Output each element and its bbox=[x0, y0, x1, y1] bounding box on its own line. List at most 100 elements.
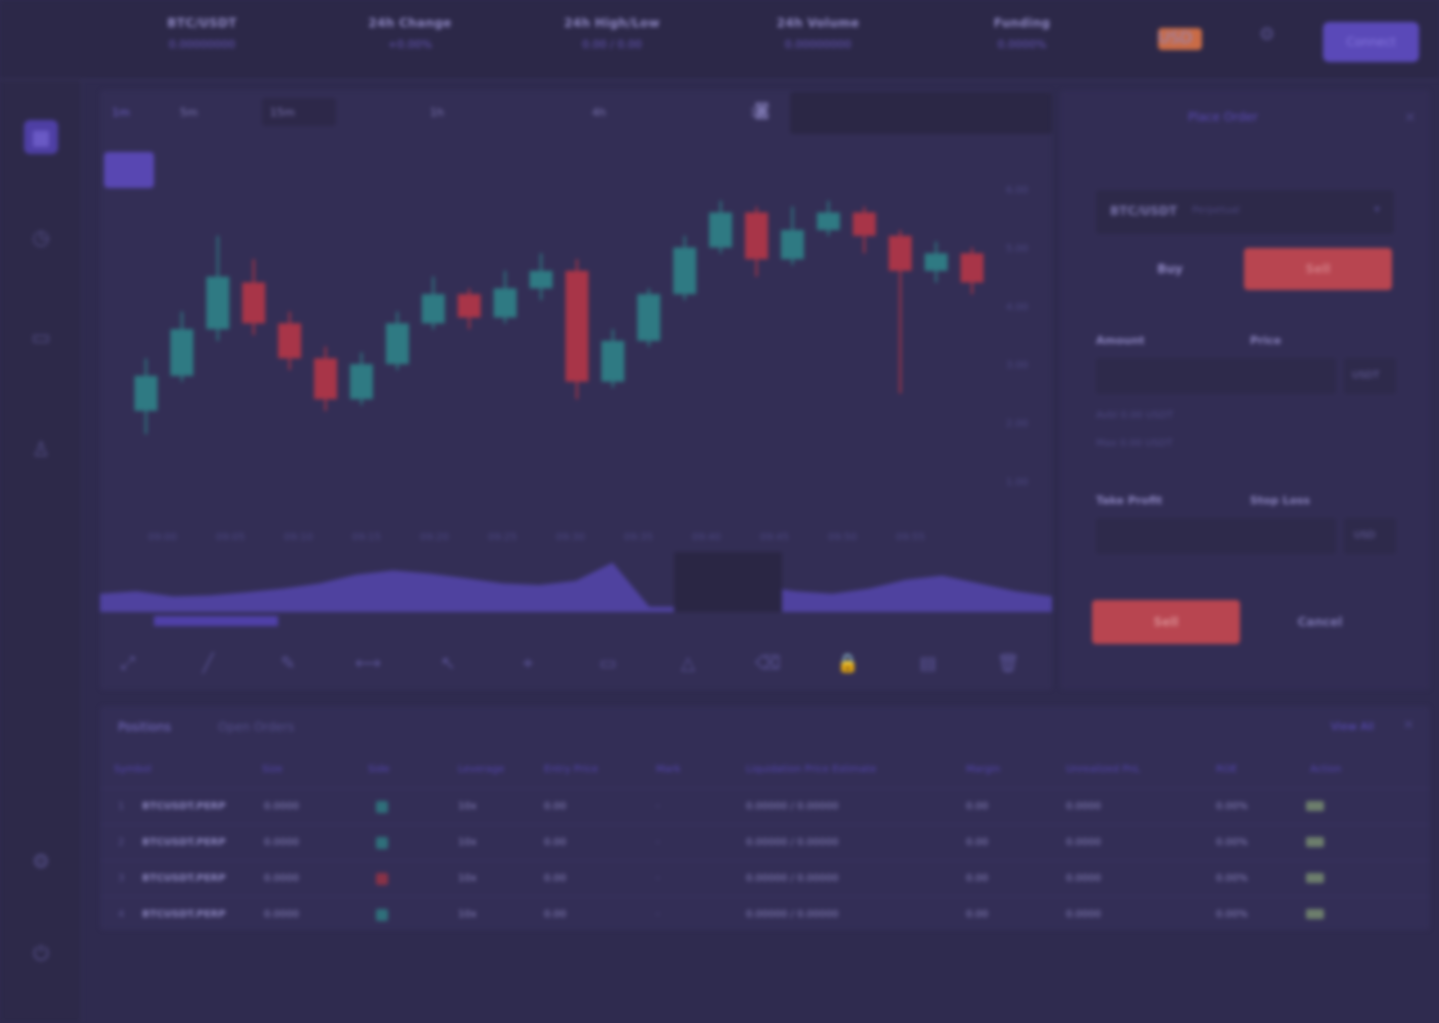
table-header[interactable]: Symbol bbox=[114, 764, 151, 775]
x-tick-label: 09:00 bbox=[148, 532, 177, 543]
close-position-toggle[interactable] bbox=[1306, 873, 1324, 883]
line-icon[interactable]: ╱ bbox=[188, 646, 228, 682]
y-tick-label: 5.00 bbox=[1006, 244, 1028, 255]
candle[interactable] bbox=[709, 212, 733, 248]
table-header[interactable]: Action bbox=[1310, 764, 1341, 775]
close-position-toggle[interactable] bbox=[1306, 801, 1324, 811]
close-icon[interactable]: ✕ bbox=[1403, 718, 1414, 733]
gear-icon[interactable]: ⚙ bbox=[1254, 24, 1280, 50]
long-side-icon bbox=[376, 837, 388, 849]
candle[interactable] bbox=[206, 276, 230, 330]
connect-button[interactable]: Connect bbox=[1323, 22, 1419, 62]
table-row[interactable]: 3 BTCUSDT.PERP 0.0000 10x 0.00 - 0.00000 / 0.0… bbox=[100, 860, 1430, 896]
triangle-icon[interactable]: △ bbox=[668, 646, 708, 682]
table-row[interactable]: 1 BTCUSDT.PERP 0.0000 10x 0.00 - 0.00000 / 0.0… bbox=[100, 788, 1430, 824]
long-side-icon bbox=[376, 801, 388, 813]
candle[interactable] bbox=[601, 340, 625, 382]
table-row[interactable]: 2 BTCUSDT.PERP 0.0000 10x 0.00 - 0.00000 / 0.0… bbox=[100, 824, 1430, 860]
candle[interactable] bbox=[385, 323, 409, 365]
candle[interactable] bbox=[349, 364, 373, 400]
view-all-link[interactable]: View All bbox=[1331, 720, 1374, 733]
size-cell: 0.0000 bbox=[264, 837, 299, 848]
candle[interactable] bbox=[529, 270, 553, 289]
candle[interactable] bbox=[314, 358, 338, 400]
x-tick-label: 09:25 bbox=[488, 532, 517, 543]
stat-volume: 24h Volume 0.00000000 bbox=[748, 16, 888, 51]
candle[interactable] bbox=[745, 212, 769, 260]
table-header[interactable]: Mark bbox=[656, 764, 681, 775]
roe-cell: 0.00% bbox=[1216, 837, 1248, 848]
candle[interactable] bbox=[960, 253, 984, 283]
stat-value: +0.00% bbox=[387, 38, 433, 51]
close-icon[interactable]: ✕ bbox=[1404, 110, 1416, 126]
close-position-toggle[interactable] bbox=[1306, 837, 1324, 847]
candle[interactable] bbox=[888, 235, 912, 271]
buy-tab[interactable]: Buy bbox=[1096, 248, 1244, 290]
eraser-icon[interactable]: ⌫ bbox=[748, 646, 788, 682]
cursor-icon[interactable]: ↖ bbox=[428, 646, 468, 682]
tab-open-orders[interactable]: Open Orders bbox=[218, 720, 294, 734]
candlestick-chart[interactable]: 6.00 5.00 4.00 3.00 2.00 1.00 09:00 09:05 09:10 0… bbox=[100, 90, 1052, 638]
take-profit-input[interactable] bbox=[1096, 518, 1336, 554]
y-tick-label: 3.00 bbox=[1006, 360, 1028, 371]
table-header[interactable]: Size bbox=[262, 764, 283, 775]
x-tick-label: 09:55 bbox=[896, 532, 925, 543]
stat-high-low: 24h High/Low 0.00 / 0.00 bbox=[542, 16, 682, 51]
candle[interactable] bbox=[852, 212, 876, 236]
amount-input[interactable] bbox=[1096, 358, 1336, 394]
sell-tab[interactable]: Sell bbox=[1244, 248, 1392, 290]
ruler-icon[interactable]: ▭ bbox=[588, 646, 628, 682]
logout-icon[interactable]: ⏻ bbox=[24, 936, 58, 970]
submit-order-button[interactable]: Sell bbox=[1092, 600, 1240, 644]
candle[interactable] bbox=[457, 294, 481, 318]
candle[interactable] bbox=[816, 212, 840, 231]
table-header[interactable]: Leverage bbox=[458, 764, 504, 775]
leverage-cell: 10x bbox=[458, 873, 477, 884]
table-header[interactable]: ROE bbox=[1216, 764, 1237, 775]
y-tick-label: 1.00 bbox=[1006, 477, 1028, 488]
trash-icon[interactable]: 🗑 bbox=[988, 646, 1028, 682]
candle[interactable] bbox=[565, 270, 589, 382]
pnl-cell: 0.0000 bbox=[1066, 909, 1101, 920]
clock-icon[interactable]: ◷ bbox=[24, 220, 58, 254]
table-header[interactable]: Entry Price bbox=[544, 764, 598, 775]
cancel-button[interactable]: Cancel bbox=[1246, 600, 1394, 644]
stat-funding: Funding 0.0000% bbox=[952, 16, 1092, 51]
table-header[interactable]: Unrealized PnL bbox=[1066, 764, 1140, 775]
candle[interactable] bbox=[278, 323, 302, 359]
magnet-icon[interactable]: ⌖ bbox=[508, 646, 548, 682]
settings-icon[interactable]: ⚙ bbox=[24, 844, 58, 878]
wallet-icon[interactable]: ▭ bbox=[24, 320, 58, 354]
layout-icon[interactable]: ▤ bbox=[908, 646, 948, 682]
table-row[interactable]: 4 BTCUSDT.PERP 0.0000 10x 0.00 - 0.00000 / 0.0… bbox=[100, 896, 1430, 932]
currency-pill[interactable]: USD bbox=[1158, 28, 1202, 50]
x-tick-label: 09:10 bbox=[284, 532, 313, 543]
candle[interactable] bbox=[170, 329, 194, 376]
stat-value: 0.00000000 bbox=[168, 38, 236, 51]
margin-cell: 0.00 bbox=[966, 873, 989, 884]
candle[interactable] bbox=[637, 294, 661, 341]
pnl-cell: 0.0000 bbox=[1066, 873, 1101, 884]
candle[interactable] bbox=[493, 288, 517, 318]
table-header[interactable]: Liquidation Price Estimate bbox=[746, 764, 876, 775]
user-icon[interactable]: ♙ bbox=[24, 432, 58, 466]
candle[interactable] bbox=[673, 247, 697, 295]
table-header[interactable]: Side bbox=[368, 764, 390, 775]
chart-icon[interactable]: ▦ bbox=[24, 120, 58, 154]
measure-icon[interactable]: ⟷ bbox=[348, 646, 388, 682]
range-selector-window[interactable] bbox=[674, 552, 782, 612]
pen-icon[interactable]: ✎ bbox=[268, 646, 308, 682]
x-tick-label: 09:50 bbox=[828, 532, 857, 543]
candle[interactable] bbox=[421, 294, 445, 324]
candle[interactable] bbox=[242, 282, 266, 324]
pair-selector[interactable]: BTC/USDT Perpetual ▾ bbox=[1096, 190, 1394, 234]
candle[interactable] bbox=[134, 375, 158, 411]
tab-positions[interactable]: Positions bbox=[118, 720, 171, 734]
candle[interactable] bbox=[924, 253, 948, 271]
close-position-toggle[interactable] bbox=[1306, 909, 1324, 919]
scroll-handle[interactable] bbox=[154, 616, 278, 626]
candle[interactable] bbox=[780, 230, 804, 260]
lock-icon[interactable]: 🔒 bbox=[828, 646, 868, 682]
table-header[interactable]: Margin bbox=[966, 764, 1000, 775]
trend-icon[interactable]: ⤢ bbox=[108, 646, 148, 682]
